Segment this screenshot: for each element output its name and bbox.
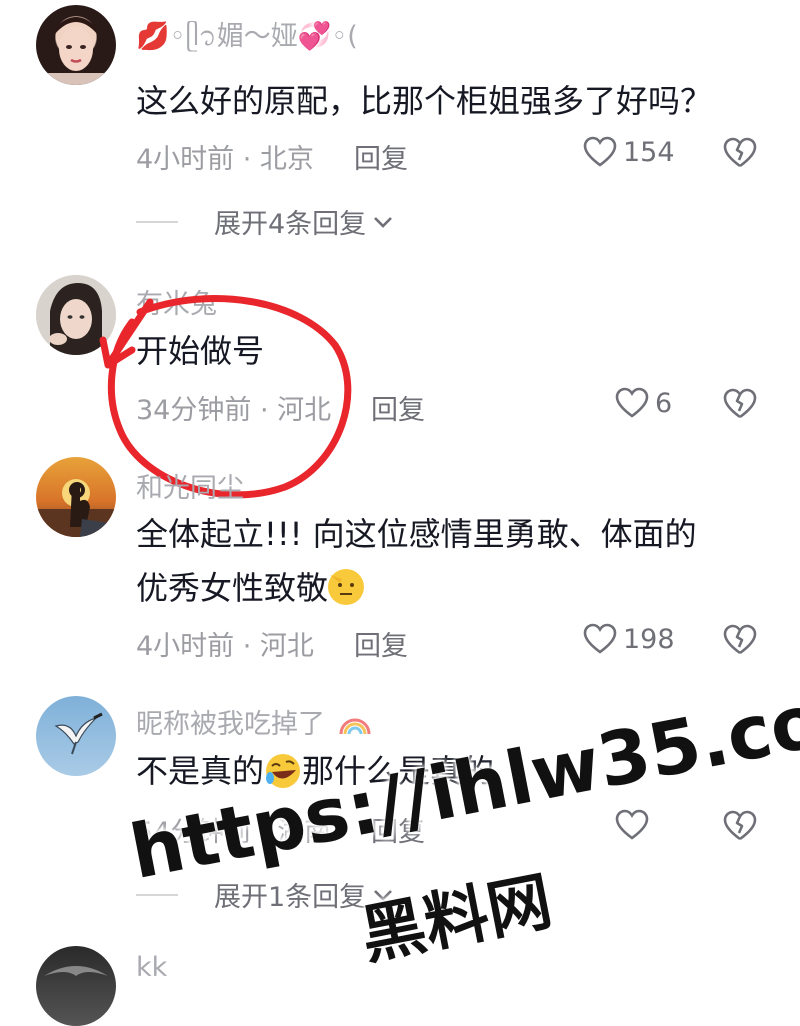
salute-emoji-icon [328,569,365,605]
comment-text-line-2: 优秀女性致敬 [136,565,756,611]
avatar-dark [44,966,108,976]
broken-heart-icon [723,624,757,655]
broken-heart-icon [723,810,757,841]
dislike-button[interactable] [722,624,758,660]
expand-replies-label: 展开1条回复 [214,882,367,913]
comment-username[interactable]: 昵称被我吃掉了 [136,702,372,741]
comment-time-location: 4小时前 · 河北 [136,631,314,662]
heart-icon [583,623,617,654]
comment-text-part: 不是真的 [136,752,265,790]
avatar[interactable] [36,696,116,776]
avatar[interactable] [36,457,116,537]
comment-text: 全体起立!!! 向这位感情里勇敢、体面的 优秀女性致敬 [136,511,756,611]
rainbow-icon [339,718,371,735]
like-button[interactable] [615,809,655,841]
dislike-button[interactable] [722,810,758,846]
avatar[interactable] [36,946,116,1026]
like-count: 198 [623,623,675,655]
comment-text-line: 全体起立!!! 向这位感情里勇敢、体面的 [136,515,697,553]
comment-text-line: 优秀女性致敬 [136,569,329,607]
avatar-sunset-hand [36,479,116,537]
salute-face-icon [329,570,364,604]
comment-username-text: 昵称被我吃掉了 [136,709,325,740]
heart-icon [615,809,649,840]
comment-username[interactable]: 和光同尘 [136,466,244,505]
comment-username[interactable]: kk [136,952,167,983]
like-button[interactable]: 198 [583,623,675,655]
reply-button[interactable]: 回复 [354,624,408,663]
avatar-seagull [54,712,103,755]
